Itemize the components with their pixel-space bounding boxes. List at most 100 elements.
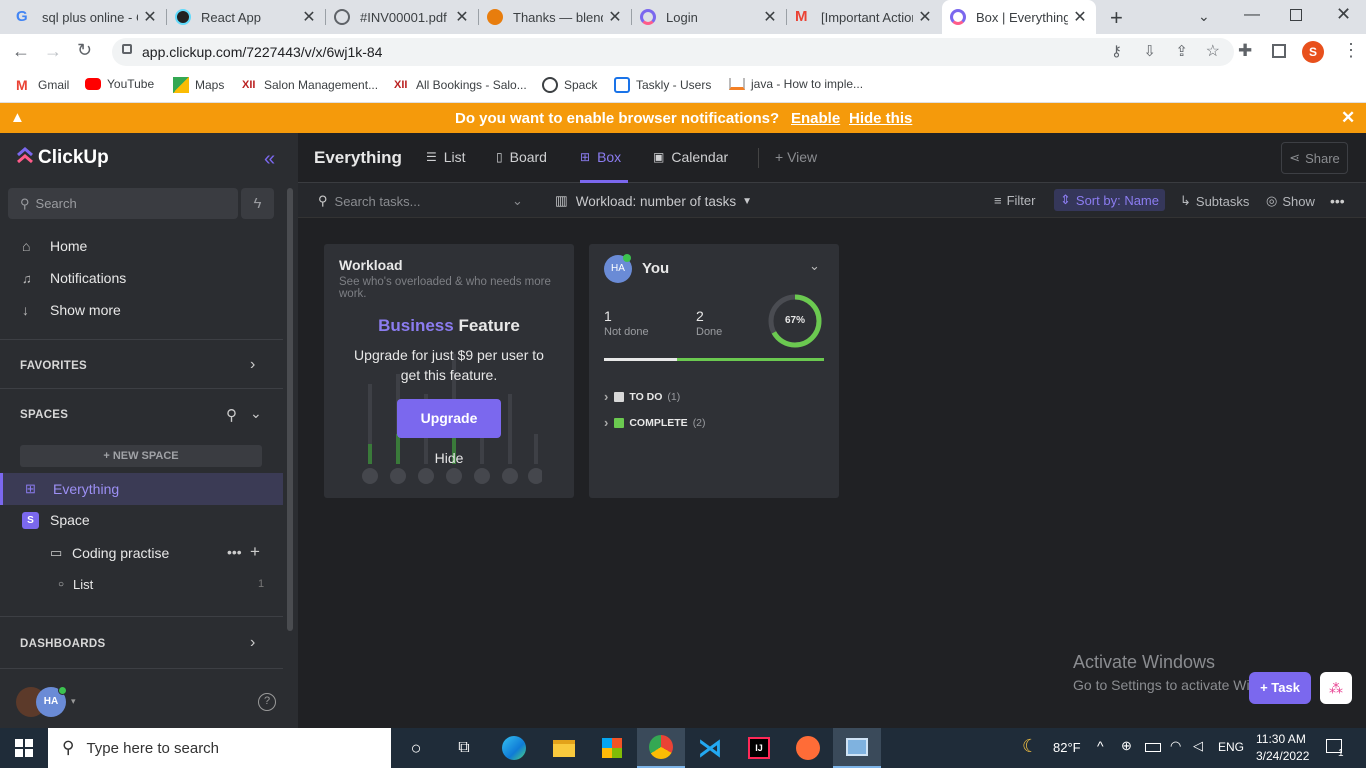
cortana-icon[interactable]: ○: [392, 728, 440, 768]
bookmark-stackoverflow[interactable]: java - How to imple...: [729, 77, 863, 91]
sidebar-item-show-more[interactable]: ↓ Show more: [0, 294, 283, 326]
close-window-icon[interactable]: ✕: [1336, 4, 1351, 25]
close-tab-icon[interactable]: ✕: [454, 7, 470, 27]
close-tab-icon[interactable]: ✕: [607, 7, 623, 27]
chrome-icon[interactable]: [637, 728, 685, 768]
help-icon[interactable]: ?: [258, 693, 276, 711]
chevron-down-icon[interactable]: ⌄: [250, 405, 262, 422]
more-options-icon[interactable]: •••: [1330, 193, 1345, 209]
close-tab-icon[interactable]: ✕: [301, 7, 317, 27]
clock-time[interactable]: 11:30 AM: [1256, 732, 1306, 746]
usb-icon[interactable]: ⊕: [1121, 738, 1132, 754]
bookmark-star-icon[interactable]: ☆: [1206, 41, 1220, 61]
bookmark-youtube[interactable]: YouTube: [85, 77, 154, 91]
battery-icon[interactable]: [1145, 743, 1161, 752]
enable-notifications-link[interactable]: Enable: [791, 110, 840, 127]
browser-tab-blender[interactable]: Thanks — blende ✕: [479, 0, 631, 34]
file-explorer-icon[interactable]: [540, 728, 588, 768]
filter-button[interactable]: ≡ Filter: [994, 193, 1035, 208]
browser-tab-invoice[interactable]: #INV00001.pdf ✕: [326, 0, 478, 34]
weather-temp[interactable]: 82°F: [1053, 740, 1081, 755]
reload-icon[interactable]: ↻: [77, 40, 92, 61]
clock-date[interactable]: 3/24/2022: [1256, 749, 1309, 763]
browser-tab-gmail[interactable]: M [Important Action ✕: [787, 0, 941, 34]
new-tab-icon[interactable]: +: [1110, 5, 1130, 31]
dashboards-header[interactable]: DASHBOARDS: [20, 638, 105, 650]
tab-calendar[interactable]: ▣ Calendar: [653, 149, 728, 165]
chevron-right-icon[interactable]: ›: [250, 356, 255, 374]
collapse-chevron-icon[interactable]: ⌄: [809, 258, 820, 274]
tab-box[interactable]: ⊞ Box: [580, 149, 621, 165]
bookmark-all-bookings[interactable]: XII All Bookings - Salo...: [394, 77, 527, 93]
wifi-icon[interactable]: ◠: [1170, 738, 1181, 754]
key-icon[interactable]: ⚷: [1111, 42, 1122, 60]
clickup-logo[interactable]: ClickUp: [16, 147, 109, 169]
add-task-button[interactable]: + Task: [1249, 672, 1311, 704]
caret-down-icon[interactable]: ▾: [71, 696, 76, 707]
sidebar-search-input[interactable]: ⚲ Search: [8, 188, 238, 219]
taskbar-search-input[interactable]: ⚲ Type here to search: [48, 728, 391, 768]
bookmark-spack[interactable]: Spack: [542, 77, 597, 93]
address-bar[interactable]: app.clickup.com/7227443/v/x/6wj1k-84 ⚷ ⇩…: [112, 38, 1234, 66]
hide-upsell-button[interactable]: Hide: [324, 450, 574, 466]
sort-button[interactable]: ⇕ Sort by: Name: [1054, 189, 1165, 211]
language-indicator[interactable]: ENG: [1218, 740, 1244, 754]
sidebar-item-list[interactable]: ○ List: [0, 568, 283, 600]
maximize-icon[interactable]: [1290, 9, 1302, 21]
favorites-header[interactable]: FAVORITES: [20, 360, 87, 372]
status-group-complete[interactable]: › COMPLETE (2): [604, 415, 706, 430]
tab-board[interactable]: ▯ Board: [496, 149, 547, 165]
menu-kebab-icon[interactable]: ⋮: [1342, 40, 1360, 61]
show-button[interactable]: ◎ Show: [1266, 193, 1315, 209]
browser-tab-login[interactable]: Login ✕: [632, 0, 786, 34]
new-space-button[interactable]: + NEW SPACE: [20, 445, 262, 467]
search-spaces-icon[interactable]: ⚲: [226, 406, 237, 424]
subtasks-button[interactable]: ↳ Subtasks: [1180, 193, 1249, 209]
edge-icon[interactable]: [490, 728, 538, 768]
vscode-icon[interactable]: ⋊: [686, 728, 734, 768]
task-view-icon[interactable]: ⧉: [440, 728, 488, 768]
hide-banner-link[interactable]: Hide this: [849, 110, 912, 127]
bookmark-taskly[interactable]: Taskly - Users: [614, 77, 711, 93]
collapse-sidebar-icon[interactable]: «: [264, 148, 275, 171]
windows-start-icon[interactable]: [0, 728, 48, 768]
extensions-icon[interactable]: ✚: [1238, 41, 1252, 61]
sidebar-item-everything[interactable]: ⊞ Everything: [0, 473, 283, 505]
tab-list[interactable]: ☰ List: [426, 149, 466, 165]
tray-chevron-icon[interactable]: ^: [1097, 738, 1104, 754]
sidebar-item-home[interactable]: ⌂ Home: [0, 230, 283, 262]
bookmark-gmail[interactable]: M Gmail: [16, 77, 69, 93]
close-tab-icon[interactable]: ✕: [1072, 7, 1088, 27]
bookmark-maps[interactable]: Maps: [173, 77, 224, 93]
task-search-input[interactable]: ⚲ Search tasks... ⌄: [318, 193, 524, 209]
tab-search-icon[interactable]: ⌄: [1198, 8, 1210, 25]
postman-icon[interactable]: [784, 728, 832, 768]
sidebar-item-notifications[interactable]: ♫ Notifications: [0, 262, 283, 294]
weather-moon-icon[interactable]: ☾: [1022, 736, 1038, 757]
sidebar-scrollbar[interactable]: [287, 188, 293, 631]
workload-dropdown[interactable]: ▥ Workload: number of tasks ▼: [555, 193, 752, 209]
install-icon[interactable]: ⇩: [1143, 42, 1156, 60]
intellij-icon[interactable]: IJ: [735, 728, 783, 768]
store-icon[interactable]: [588, 728, 636, 768]
quick-actions-icon[interactable]: ϟ: [241, 188, 274, 219]
more-options-icon[interactable]: •••: [227, 544, 242, 560]
apps-grid-icon[interactable]: ⁂: [1320, 672, 1352, 704]
browser-tab-box-everything[interactable]: Box | Everything | ✕: [942, 0, 1096, 34]
minimize-icon[interactable]: —: [1244, 6, 1260, 24]
back-icon[interactable]: ←: [12, 41, 30, 62]
upgrade-button[interactable]: Upgrade: [397, 399, 501, 438]
forward-icon[interactable]: →: [44, 41, 62, 62]
add-icon[interactable]: +: [250, 542, 260, 562]
chevron-right-icon[interactable]: ›: [250, 634, 255, 652]
bookmark-salon-management[interactable]: XII Salon Management...: [242, 77, 378, 93]
share-button[interactable]: ⋖ Share: [1281, 142, 1348, 174]
close-tab-icon[interactable]: ✕: [917, 7, 933, 27]
share-icon[interactable]: ⇪: [1175, 42, 1188, 60]
close-tab-icon[interactable]: ✕: [142, 7, 158, 27]
close-banner-icon[interactable]: ✕: [1341, 108, 1355, 128]
add-view-button[interactable]: + View: [775, 149, 817, 165]
profile-avatar[interactable]: S: [1302, 41, 1324, 63]
close-tab-icon[interactable]: ✕: [762, 7, 778, 27]
volume-icon[interactable]: ◁: [1193, 738, 1203, 754]
